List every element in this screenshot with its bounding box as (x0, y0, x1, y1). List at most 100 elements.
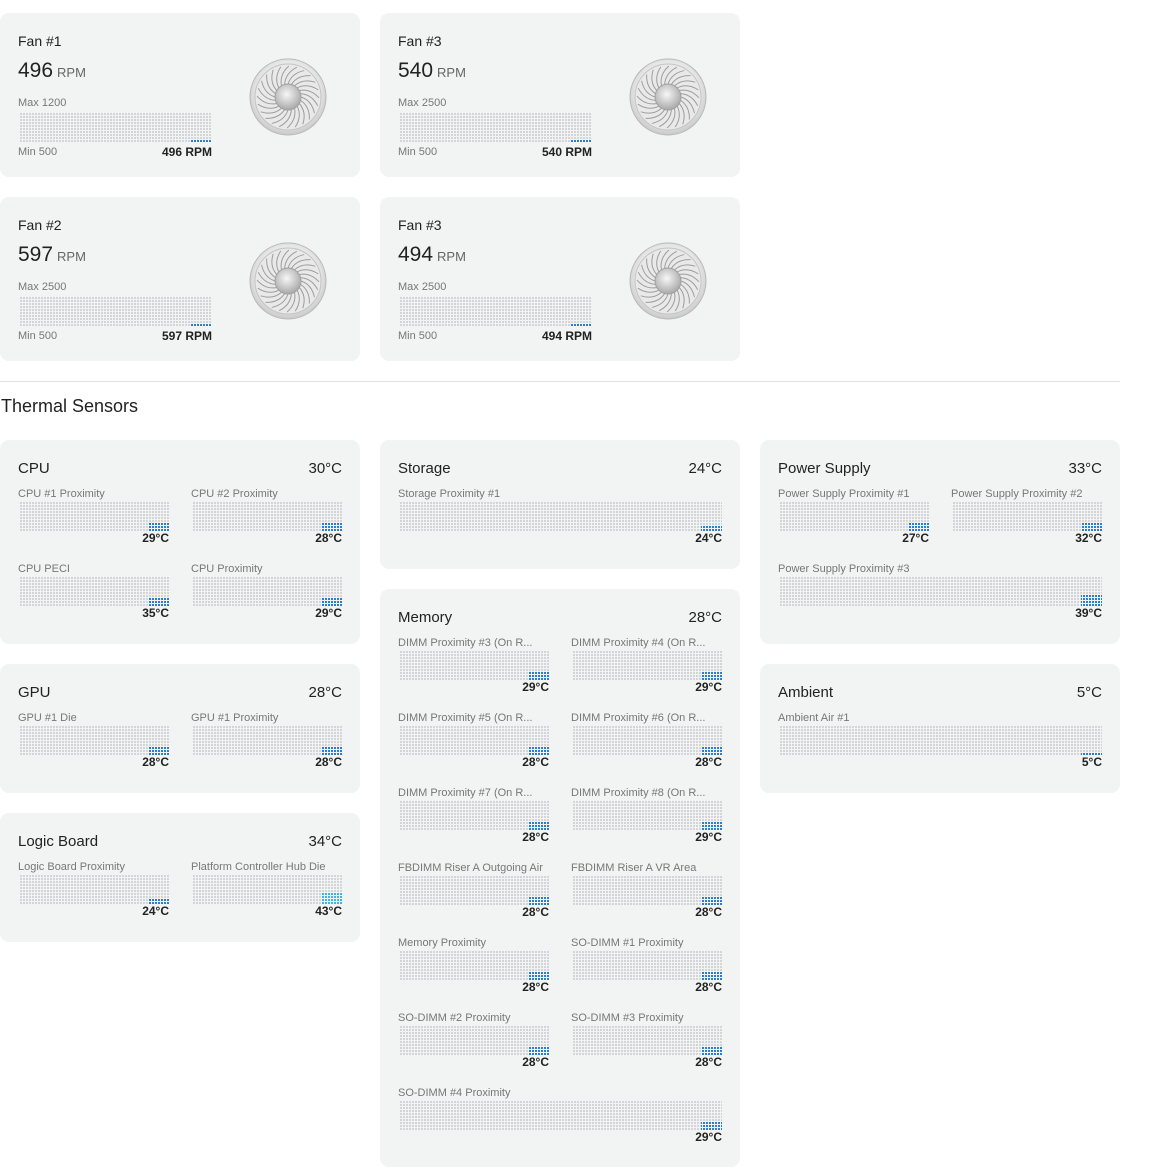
sensor-label: SO-DIMM #4 Proximity (398, 1087, 511, 1099)
sensor-label: Power Supply Proximity #2 (951, 488, 1083, 500)
sensor-item: Ambient Air #1 5°C (778, 712, 1102, 772)
graph-level-bar (1081, 594, 1102, 606)
fan-current-value: 597 RPM (161, 329, 212, 343)
sensor-item: Power Supply Proximity #1 27°C (778, 488, 929, 548)
sensor-graph (780, 726, 1102, 755)
graph-level-bar (528, 821, 549, 830)
graph-level-bar (571, 139, 592, 142)
graph-background (400, 876, 549, 905)
graph-level-bar (528, 746, 549, 755)
sensor-graph (573, 951, 722, 980)
fan-card-2: Fan #3 540 RPM Max 2500 Min 500 540 RPM (380, 13, 740, 177)
graph-background (20, 502, 169, 531)
sensor-label: DIMM Proximity #7 (On R... (398, 787, 533, 799)
sensor-group-cpu: CPU 30°C CPU #1 Proximity 29°C CPU #2 Prox… (0, 440, 360, 644)
group-title: Logic Board (18, 833, 99, 850)
graph-background (573, 951, 722, 980)
graph-background (780, 502, 929, 531)
sensor-value: 28°C (695, 1055, 722, 1069)
sensor-graph (573, 726, 722, 755)
sensor-value: 28°C (522, 905, 549, 919)
sensor-label: Power Supply Proximity #3 (778, 563, 910, 575)
sensor-value: 5°C (1081, 755, 1102, 769)
sensor-graph (20, 577, 169, 606)
group-title: GPU (18, 684, 51, 701)
sensor-item: CPU #1 Proximity 29°C (18, 488, 169, 548)
graph-level-bar (528, 671, 549, 680)
fan-min-label: Min 500 (398, 146, 438, 158)
sensor-graph (400, 651, 549, 680)
fan-rpm-value: 540 (398, 59, 434, 82)
graph-level-bar (701, 971, 722, 980)
sensor-graph (780, 577, 1102, 606)
fan-name: Fan #3 (398, 33, 442, 49)
sensor-item: DIMM Proximity #3 (On R... 29°C (398, 637, 549, 697)
sensor-item: Storage Proximity #1 24°C (398, 488, 722, 548)
group-temp: 34°C (308, 833, 342, 850)
sensor-item: DIMM Proximity #5 (On R... 28°C (398, 712, 549, 772)
graph-background (20, 113, 212, 142)
graph-level-bar (321, 522, 342, 531)
sensor-item: DIMM Proximity #4 (On R... 29°C (571, 637, 722, 697)
fan-speed-graph (400, 297, 592, 326)
graph-level-bar (701, 821, 722, 830)
sensor-graph (20, 875, 169, 904)
sensor-item: Platform Controller Hub Die 43°C (191, 861, 342, 921)
sensor-graph (400, 1026, 549, 1055)
sensor-item: GPU #1 Proximity 28°C (191, 712, 342, 772)
sensor-value: 29°C (315, 606, 342, 620)
sensor-label: GPU #1 Die (18, 712, 77, 724)
sensor-item: Power Supply Proximity #3 39°C (778, 563, 1102, 623)
sensor-group-logic-board: Logic Board 34°C Logic Board Proximity 24… (0, 813, 360, 942)
fan-rpm-value: 597 (18, 243, 54, 266)
graph-background (193, 502, 342, 531)
graph-level-bar (571, 323, 592, 326)
sensor-value: 29°C (695, 680, 722, 694)
sensor-graph (193, 502, 342, 531)
graph-level-bar (321, 746, 342, 755)
fan-max-label: Max 2500 (18, 281, 67, 293)
sensor-value: 28°C (142, 755, 169, 769)
sensor-graph (400, 726, 549, 755)
fan-hub (654, 267, 682, 295)
sensor-value: 28°C (695, 905, 722, 919)
graph-background (400, 502, 722, 531)
sensor-item: GPU #1 Die 28°C (18, 712, 169, 772)
sensor-group-memory: Memory 28°C DIMM Proximity #3 (On R... 29… (380, 589, 740, 1167)
fan-current-value: 540 RPM (541, 145, 592, 159)
sensor-label: Platform Controller Hub Die (191, 861, 326, 873)
fan-rpm-value: 494 (398, 243, 434, 266)
graph-level-bar (148, 746, 169, 755)
sensor-label: SO-DIMM #3 Proximity (571, 1012, 684, 1024)
group-title: Memory (398, 609, 453, 626)
sensor-value: 39°C (1075, 606, 1102, 620)
sensor-item: FBDIMM Riser A VR Area 28°C (571, 862, 722, 922)
fan-hub (654, 83, 682, 111)
fan-rpm-value: 496 (18, 59, 54, 82)
sensor-graph (573, 876, 722, 905)
fan-speed-graph (20, 297, 212, 326)
graph-level-bar (321, 597, 342, 606)
graph-background (573, 801, 722, 830)
graph-level-bar (528, 1046, 549, 1055)
graph-background (573, 1026, 722, 1055)
fan-current-value: 494 RPM (541, 329, 592, 343)
sensor-label: Power Supply Proximity #1 (778, 488, 910, 500)
graph-level-bar (1081, 522, 1102, 531)
sensor-value: 29°C (522, 680, 549, 694)
fan-icon (249, 242, 327, 320)
graph-level-bar (528, 896, 549, 905)
group-title: Power Supply (778, 460, 871, 477)
sensor-graph (193, 577, 342, 606)
sensor-label: DIMM Proximity #3 (On R... (398, 637, 533, 649)
graph-level-bar (191, 323, 212, 326)
group-temp: 28°C (688, 609, 722, 626)
graph-background (573, 651, 722, 680)
group-temp: 33°C (1068, 460, 1102, 477)
sensor-label: FBDIMM Riser A VR Area (571, 862, 697, 874)
fan-rpm-unit: RPM (57, 65, 86, 80)
sensor-value: 29°C (695, 830, 722, 844)
sensor-item: Power Supply Proximity #2 32°C (951, 488, 1102, 548)
sensor-graph (400, 876, 549, 905)
fan-name: Fan #1 (18, 33, 62, 49)
